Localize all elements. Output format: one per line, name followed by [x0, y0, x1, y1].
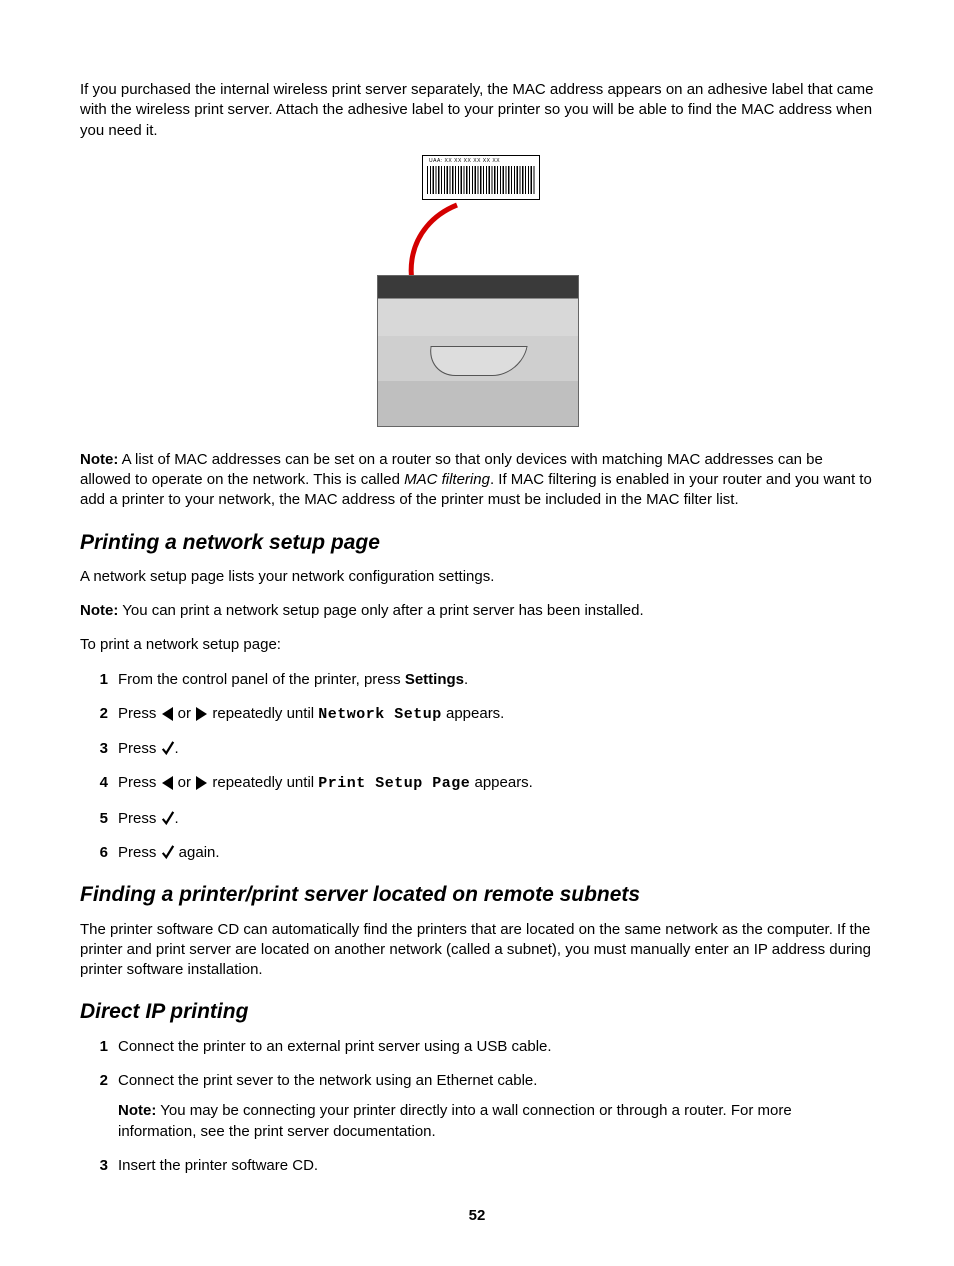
left-arrow-icon — [162, 707, 173, 721]
section-remote-subnets: Finding a printer/print server located o… — [80, 881, 874, 909]
mac-filtering-note: Note: A list of MAC addresses can be set… — [80, 450, 874, 511]
left-arrow-icon — [162, 776, 173, 790]
step-6: 6 Press again. — [80, 843, 874, 863]
right-arrow-icon — [196, 776, 207, 790]
right-arrow-icon — [196, 707, 207, 721]
note-label: Note: — [118, 1102, 156, 1119]
note-label: Note: — [80, 451, 118, 468]
step-2: 2 Connect the print sever to the network… — [80, 1071, 874, 1142]
check-icon — [161, 809, 175, 829]
check-icon — [161, 843, 175, 863]
mac-label-illustration: UAA: XX XX XX XX XX XX — [377, 155, 577, 430]
steps-print-setup: 1 From the control panel of the printer,… — [80, 670, 874, 864]
print-setup-page-label: Print Setup Page — [318, 775, 470, 792]
check-icon — [161, 739, 175, 759]
network-setup-label: Network Setup — [318, 706, 442, 723]
settings-label: Settings — [405, 671, 464, 688]
section1-desc: A network setup page lists your network … — [80, 567, 874, 587]
section1-lead: To print a network setup page: — [80, 635, 874, 655]
note-label: Note: — [80, 602, 118, 619]
step-3: 3 Press . — [80, 739, 874, 759]
barcode-uaa-text: UAA: XX XX XX XX XX XX — [427, 158, 535, 165]
barcode-label: UAA: XX XX XX XX XX XX — [422, 155, 540, 200]
section2-desc: The printer software CD can automaticall… — [80, 920, 874, 981]
step-2-note: Note: You may be connecting your printer… — [118, 1101, 874, 1142]
step-3: 3 Insert the printer software CD. — [80, 1156, 874, 1176]
printer-illustration — [377, 275, 579, 427]
step-2: 2 Press or repeatedly until Network Setu… — [80, 704, 874, 725]
page-number: 52 — [80, 1206, 874, 1226]
barcode-bars — [427, 166, 535, 194]
section-direct-ip: Direct IP printing — [80, 998, 874, 1026]
section1-note: Note: You can print a network setup page… — [80, 601, 874, 621]
section-printing-network-setup: Printing a network setup page — [80, 529, 874, 557]
step-4: 4 Press or repeatedly until Print Setup … — [80, 773, 874, 794]
step-1: 1 From the control panel of the printer,… — [80, 670, 874, 690]
mac-filtering-term: MAC filtering — [404, 471, 490, 488]
step-1: 1 Connect the printer to an external pri… — [80, 1037, 874, 1057]
steps-direct-ip: 1 Connect the printer to an external pri… — [80, 1037, 874, 1176]
intro-paragraph: If you purchased the internal wireless p… — [80, 80, 874, 141]
step-5: 5 Press . — [80, 809, 874, 829]
